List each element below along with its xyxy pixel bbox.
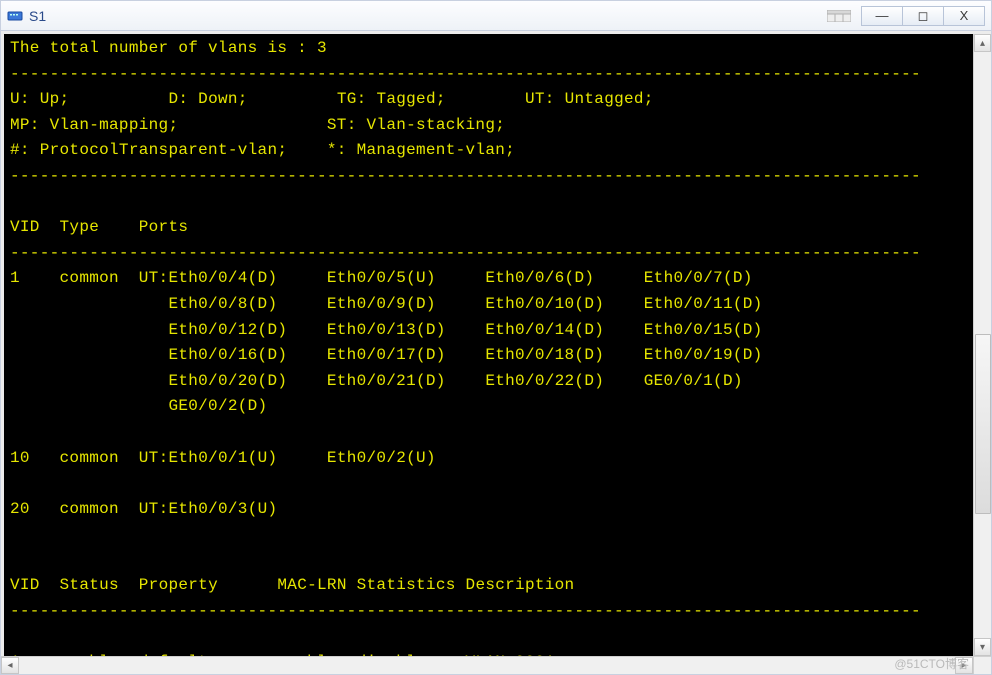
vlan-type: common [60, 500, 119, 518]
port: Eth0/0/2(U) [327, 449, 436, 467]
legend-key: #: [10, 141, 30, 159]
col-header-type: Type [60, 218, 100, 236]
col-header-status: Status [60, 576, 119, 594]
close-button[interactable]: X [943, 6, 985, 26]
blank-line [10, 471, 967, 497]
port: Eth0/0/22(D) [485, 372, 604, 390]
port: Eth0/0/11(D) [644, 295, 763, 313]
legend-val: Untagged; [565, 90, 654, 108]
port-prefix: UT: [139, 269, 169, 287]
blank-line [10, 190, 967, 216]
scroll-right-arrow-icon[interactable]: ▸ [955, 657, 973, 674]
app-icon [7, 8, 23, 24]
scroll-corner [973, 656, 991, 674]
scroll-up-arrow-icon[interactable]: ▴ [974, 34, 991, 52]
legend-key: MP: [10, 116, 40, 134]
scroll-down-arrow-icon[interactable]: ▾ [974, 638, 991, 656]
port-prefix: UT: [139, 449, 169, 467]
legend-val: Management-vlan; [357, 141, 515, 159]
blank-line [10, 548, 967, 574]
titlebar: S1 — ◻ X [1, 1, 991, 31]
col-header-desc: Description [466, 576, 575, 594]
port: Eth0/0/8(D) [168, 295, 277, 313]
blank-line [10, 625, 967, 651]
port: GE0/0/1(D) [644, 372, 743, 390]
port: Eth0/0/19(D) [644, 346, 763, 364]
divider: ----------------------------------------… [10, 62, 967, 88]
vlan-type: common [60, 269, 119, 287]
layout-hint-icon [825, 7, 853, 25]
port-prefix: UT: [139, 500, 169, 518]
terminal-output: The total number of vlans is : 3 --------… [4, 34, 973, 656]
vlan-type: common [60, 449, 119, 467]
port: Eth0/0/18(D) [485, 346, 604, 364]
window-controls: — ◻ X [861, 6, 985, 26]
vlan-vid: 1 [10, 269, 20, 287]
legend-key: D: [168, 90, 188, 108]
legend-val: Down; [198, 90, 248, 108]
divider: ----------------------------------------… [10, 241, 967, 267]
col-header-vid: VID [10, 576, 40, 594]
window-title: S1 [29, 8, 46, 24]
hscroll-track[interactable] [19, 657, 955, 674]
col-header-ports: Ports [139, 218, 189, 236]
scroll-thumb[interactable] [975, 334, 991, 514]
legend-key: ST: [327, 116, 357, 134]
port: Eth0/0/13(D) [327, 321, 446, 339]
legend-val: Tagged; [376, 90, 445, 108]
port: Eth0/0/7(D) [644, 269, 753, 287]
col-header-vid: VID [10, 218, 40, 236]
col-header-stats: Statistics [357, 576, 456, 594]
vlan-vid: 10 [10, 449, 30, 467]
port: Eth0/0/12(D) [168, 321, 287, 339]
legend-val: Vlan-mapping; [50, 116, 179, 134]
port: Eth0/0/10(D) [485, 295, 604, 313]
legend-val: Vlan-stacking; [367, 116, 506, 134]
port: Eth0/0/1(U) [168, 449, 277, 467]
port: Eth0/0/5(U) [327, 269, 436, 287]
legend-key: TG: [337, 90, 367, 108]
blank-line [10, 420, 967, 446]
port: Eth0/0/15(D) [644, 321, 763, 339]
legend-val: ProtocolTransparent-vlan; [40, 141, 288, 159]
total-vlans-line: The total number of vlans is : 3 [10, 39, 327, 57]
divider: ----------------------------------------… [10, 164, 967, 190]
blank-line [10, 522, 967, 548]
port: Eth0/0/21(D) [327, 372, 446, 390]
port: GE0/0/2(D) [168, 397, 267, 415]
port: Eth0/0/20(D) [168, 372, 287, 390]
port: Eth0/0/17(D) [327, 346, 446, 364]
vlan-vid: 20 [10, 500, 30, 518]
divider: ----------------------------------------… [10, 599, 967, 625]
scroll-left-arrow-icon[interactable]: ◂ [1, 657, 19, 674]
legend-key: *: [327, 141, 347, 159]
port: Eth0/0/9(D) [327, 295, 436, 313]
col-header-maclrn: MAC-LRN [277, 576, 346, 594]
minimize-button[interactable]: — [861, 6, 903, 26]
port: Eth0/0/14(D) [485, 321, 604, 339]
legend-key: U: [10, 90, 30, 108]
legend-key: UT: [525, 90, 555, 108]
port: Eth0/0/6(D) [485, 269, 594, 287]
port: Eth0/0/3(U) [168, 500, 277, 518]
port: Eth0/0/16(D) [168, 346, 287, 364]
legend-val: Up; [40, 90, 70, 108]
col-header-property: Property [139, 576, 218, 594]
port: Eth0/0/4(D) [168, 269, 277, 287]
maximize-button[interactable]: ◻ [902, 6, 944, 26]
vertical-scrollbar[interactable]: ▴ ▾ [973, 34, 991, 656]
horizontal-scrollbar[interactable]: ◂ ▸ [1, 656, 973, 674]
